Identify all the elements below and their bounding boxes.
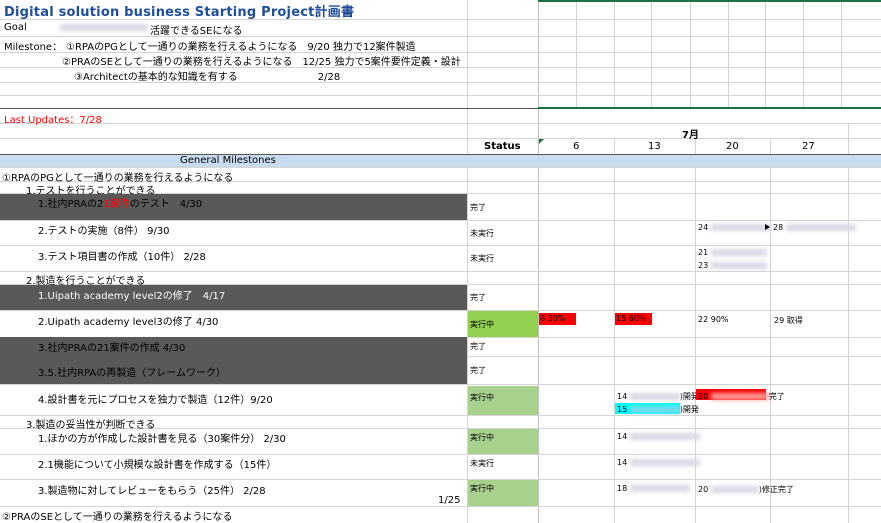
- status-row-11: 実行中: [470, 483, 494, 493]
- gantt-r8-a: 14 )開発: [617, 392, 699, 401]
- task-row-4: 1.Uipath academy level2の修了 4/17: [38, 291, 226, 302]
- gantt-r11-a: 18: [617, 484, 690, 493]
- gantt-arrow-icon: [765, 224, 770, 230]
- milestone-label: Milestone：: [4, 42, 63, 53]
- corner-mark: [539, 139, 544, 144]
- status-row-3: 未実行: [470, 254, 494, 263]
- gantt-r5-1: 8 30%: [540, 314, 566, 323]
- status-row-2: 未実行: [470, 228, 494, 238]
- green-border-top: [538, 0, 881, 2]
- green-border-mid: [538, 107, 881, 109]
- task-row-7: 3.5.社内RPAの再製造（フレームワーク）: [38, 368, 226, 379]
- task-row-1: 1.社内PRAの21案件のテスト 4/30: [38, 199, 203, 210]
- last-updates: Last Updates：7/28: [4, 115, 102, 126]
- gantt-r2-a: 24: [698, 223, 771, 232]
- task-row-5: 2.Uipath academy level3の修了 4/30: [38, 317, 219, 328]
- task-row-11: 3.製造物に対してレビューをもらう（25件） 2/28: [38, 486, 266, 497]
- status-row-10: 未実行: [470, 458, 494, 468]
- status-row-7: 完了: [470, 365, 486, 375]
- page-title: Digital solution business Starting Proje…: [4, 5, 355, 20]
- task-row-6: 3.社内PRAの21案件の作成 4/30: [38, 343, 186, 354]
- gantt-r5-4: 29 取得: [774, 316, 803, 325]
- goal-label: Goal: [4, 22, 27, 33]
- task-row-10: 2.1機能について小規模な設計書を作成する（15件）: [38, 460, 277, 471]
- status-row-1: 完了: [470, 202, 486, 212]
- month-header: 7月: [682, 130, 699, 141]
- status-row-9: 実行中: [470, 432, 494, 442]
- milestone-3: ③Architectの基本的な知識を有する 2/28: [74, 72, 341, 83]
- gantt-r3-a: 21: [698, 248, 767, 257]
- section-title: General Milestones: [180, 155, 276, 166]
- status-row-8: 実行中: [470, 392, 494, 402]
- status-row-6: 完了: [470, 342, 486, 351]
- gantt-r3-b: 23: [698, 261, 767, 270]
- gantt-r2-b: 28: [773, 223, 856, 232]
- milestone-1: ①RPAのPGとして一通りの業務を行えるようになる 9/20 独力で12案件製造: [66, 42, 416, 53]
- task-row-3: 3.テスト項目書の作成（10件） 2/28: [38, 252, 206, 263]
- status-row-5: 実行中: [470, 319, 494, 329]
- page-number: 1/25: [438, 495, 461, 506]
- gantt-r5-2: 15 60%: [616, 314, 647, 323]
- group-row-3: 3.製造の妥当性が判断できる: [26, 420, 156, 431]
- section-band: [0, 155, 881, 167]
- task-row-2: 2.テストの実施（8件） 9/30: [38, 226, 170, 237]
- gantt-r8-c: 15 )開発: [617, 405, 699, 414]
- milestone-row-2: ②PRAのSEとして一通りの業務を行えるようになる: [2, 512, 233, 523]
- gantt-r10-a: 14: [617, 458, 700, 467]
- milestone-2: ②PRAのSEとして一通りの業務を行えるようになる 12/25 独力で5案件要件…: [62, 57, 461, 68]
- task-row-8: 4.設計書を元にプロセスを独力で製造（12件）9/20: [38, 395, 273, 406]
- gantt-r9-a: 14: [617, 432, 700, 441]
- goal-text: 活躍できるSEになる: [150, 26, 243, 37]
- week-col-6: 6: [573, 141, 580, 152]
- task-row-9: 1.ほかの方が作成した設計書を見る（30案件分） 2/30: [38, 434, 286, 445]
- week-col-27: 27: [802, 141, 815, 152]
- gantt-r8-b: 20 完了: [698, 392, 785, 401]
- week-col-20: 20: [726, 141, 739, 152]
- week-col-13: 13: [648, 141, 661, 152]
- status-header: Status: [484, 141, 521, 152]
- gantt-r5-3: 22 90%: [698, 315, 729, 324]
- status-row-4: 完了: [470, 293, 486, 302]
- goal-redacted: [60, 22, 148, 32]
- gantt-r11-b: 20 )修正完了: [698, 485, 794, 494]
